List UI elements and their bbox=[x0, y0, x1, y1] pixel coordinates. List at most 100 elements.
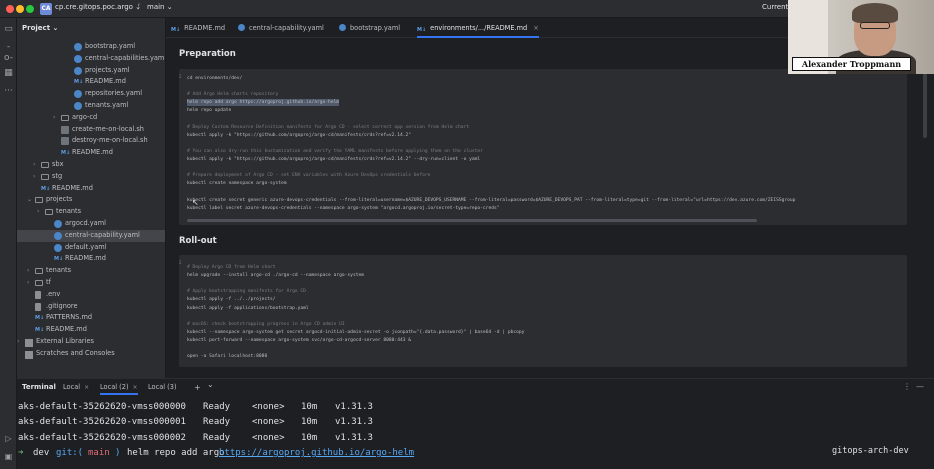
terminal-tab[interactable]: Local (3) bbox=[148, 379, 177, 395]
run-config-label[interactable]: Current bbox=[762, 3, 788, 11]
library-icon bbox=[25, 339, 33, 347]
tree-item[interactable]: M↓ README.md bbox=[17, 76, 165, 88]
tree-item[interactable]: Scratches and Consoles bbox=[17, 348, 165, 360]
bottom-tool-stripe: ▷ ▣ bbox=[0, 378, 17, 469]
chevron-right-icon[interactable]: › bbox=[37, 206, 43, 218]
tree-item[interactable]: › tenants bbox=[17, 265, 165, 277]
markdown-file-icon: M↓ bbox=[171, 27, 181, 33]
tree-item-label: README.md bbox=[46, 325, 87, 334]
code-line: kubectl port-forward --namespace argo-sy… bbox=[187, 337, 412, 343]
tree-item[interactable]: repositories.yaml bbox=[17, 88, 165, 100]
tree-item[interactable]: central-capability.yaml bbox=[17, 229, 165, 242]
tree-item-label: README.md bbox=[65, 254, 106, 263]
run-icon[interactable]: ▷ bbox=[3, 433, 14, 444]
terminal-panel: Terminal Local × Local (2) × Local (3) + ⌄ ⋮ — a… bbox=[17, 378, 934, 469]
code-line: kubectl apply -f ../../projects/ bbox=[187, 297, 276, 303]
project-panel-header[interactable]: Project ⌄ bbox=[22, 24, 58, 32]
code-line: kubectl label secret azure-devops-creden… bbox=[187, 205, 500, 211]
chevron-right-icon[interactable]: › bbox=[27, 277, 33, 289]
tree-item[interactable]: ⌄ projects bbox=[17, 194, 165, 206]
tree-item[interactable]: › argo-cd bbox=[17, 112, 165, 124]
more-tools-icon[interactable]: ··· bbox=[3, 86, 14, 97]
tree-item[interactable]: › tenants bbox=[17, 206, 165, 218]
terminal-cell-age: 10m bbox=[301, 417, 318, 428]
prompt-branch: main bbox=[88, 448, 110, 458]
tree-item[interactable]: argocd.yaml bbox=[17, 218, 165, 230]
close-tab-icon[interactable]: × bbox=[533, 24, 539, 32]
commit-icon[interactable]: -o- bbox=[3, 42, 14, 63]
tree-item[interactable]: bootstrap.yaml bbox=[17, 41, 165, 53]
tree-item[interactable]: › stg bbox=[17, 171, 165, 183]
rollout-heading: Roll-out bbox=[179, 236, 217, 246]
tree-item[interactable]: › tf bbox=[17, 277, 165, 289]
branch-selector[interactable]: main ⌄ bbox=[147, 3, 173, 11]
tree-item[interactable]: .gitignore bbox=[17, 301, 165, 313]
folder-icon bbox=[45, 209, 53, 216]
tree-item[interactable]: central-capabilities.yaml bbox=[17, 53, 166, 65]
project-badge[interactable]: CA bbox=[40, 3, 52, 15]
tree-item[interactable]: projects.yaml bbox=[17, 65, 165, 77]
tree-item[interactable]: create-me-on-local.sh bbox=[17, 124, 165, 136]
close-tab-icon[interactable]: × bbox=[84, 384, 89, 391]
project-selector[interactable]: cp.cre.gitops.poc.argo ⌄ bbox=[55, 3, 141, 11]
chevron-down-icon[interactable]: ⌄ bbox=[207, 380, 214, 389]
tree-item[interactable]: M↓ README.md bbox=[17, 183, 165, 195]
maximize-window-button[interactable] bbox=[26, 5, 34, 13]
chevron-right-icon[interactable]: › bbox=[53, 112, 59, 124]
code-line: cd environments/dev/ bbox=[187, 76, 243, 81]
code-comment: # You can also dry-run this kustomizatio… bbox=[187, 148, 483, 154]
rollout-code-block: ⊡ # Deploy Argo CD from Helm chart helm up… bbox=[179, 255, 907, 367]
markdown-file-icon: M↓ bbox=[35, 327, 45, 334]
tree-item-label: bootstrap.yaml bbox=[85, 42, 136, 50]
terminal-cell-age: 10m bbox=[301, 402, 318, 412]
terminal-tab[interactable]: Local (2) × bbox=[100, 379, 138, 395]
editor-tab-label: bootstrap.yaml bbox=[350, 24, 401, 32]
tree-item[interactable]: .env bbox=[17, 289, 165, 301]
close-window-button[interactable] bbox=[6, 5, 14, 13]
chevron-right-icon[interactable]: › bbox=[17, 336, 23, 348]
folder-icon bbox=[35, 280, 43, 286]
minimize-window-button[interactable] bbox=[16, 5, 24, 13]
terminal-cell-name: aks-default-35262620-vmss000002 bbox=[18, 432, 186, 443]
tree-item[interactable]: › sbx bbox=[17, 159, 165, 171]
terminal-tab[interactable]: Local × bbox=[63, 379, 89, 395]
tree-item[interactable]: › External Libraries bbox=[17, 336, 165, 348]
new-terminal-icon[interactable]: + bbox=[194, 383, 201, 392]
tree-item-label: central-capabilities.yaml bbox=[85, 53, 166, 62]
preparation-heading: Preparation bbox=[179, 49, 236, 59]
editor-tab[interactable]: M↓ environments/.../README.md × bbox=[417, 18, 539, 38]
chevron-right-icon[interactable]: › bbox=[33, 159, 39, 171]
editor-tab[interactable]: M↓ README.md bbox=[171, 18, 225, 38]
tree-item[interactable]: M↓ README.md bbox=[17, 147, 165, 159]
tree-item[interactable]: M↓ PATTERNS.md bbox=[17, 312, 165, 324]
terminal-prompt[interactable]: ➜ dev git:(main) helm repo add argo https://… bbox=[17, 446, 617, 460]
tree-item[interactable]: default.yaml bbox=[17, 242, 165, 254]
copy-code-icon[interactable]: ⊡ bbox=[179, 74, 181, 80]
terminal-cell-status: Ready bbox=[203, 402, 231, 412]
tree-item-label: projects bbox=[46, 195, 73, 204]
horizontal-scrollbar[interactable] bbox=[187, 219, 757, 222]
terminal-icon[interactable]: ▣ bbox=[3, 451, 14, 462]
editor-tab[interactable]: central-capability.yaml bbox=[238, 18, 324, 38]
tree-item-label: projects.yaml bbox=[85, 65, 130, 74]
terminal-cell-status: Ready bbox=[203, 432, 231, 443]
code-comment: # Deploy Custom Resource Definition mani… bbox=[187, 124, 470, 130]
chevron-down-icon[interactable]: ⌄ bbox=[27, 194, 33, 206]
tree-item[interactable]: destroy-me-on-local.sh bbox=[17, 135, 165, 147]
chevron-right-icon[interactable]: › bbox=[27, 265, 33, 277]
tool-window-stripe: ▭ -o- ▦ ··· bbox=[0, 18, 17, 378]
tree-item[interactable]: M↓ README.md bbox=[17, 253, 165, 265]
structure-icon[interactable]: ▦ bbox=[3, 68, 14, 79]
close-tab-icon[interactable]: × bbox=[133, 384, 138, 391]
terminal-link[interactable]: https://argoproj.github.io/argo-helm bbox=[219, 446, 414, 460]
chevron-right-icon[interactable]: › bbox=[33, 171, 39, 183]
tree-item[interactable]: M↓ README.md bbox=[17, 324, 165, 336]
minimize-icon[interactable]: — bbox=[916, 382, 924, 391]
more-options-icon[interactable]: ⋮ bbox=[903, 382, 911, 391]
folder-icon[interactable]: ▭ bbox=[3, 24, 14, 35]
terminal-context: gitops-arch-dev bbox=[832, 446, 909, 456]
copy-code-icon[interactable]: ⊡ bbox=[179, 260, 181, 266]
tree-item[interactable]: tenants.yaml bbox=[17, 100, 165, 112]
editor-tab[interactable]: bootstrap.yaml bbox=[339, 18, 400, 38]
tree-item-label: tenants.yaml bbox=[85, 101, 129, 109]
